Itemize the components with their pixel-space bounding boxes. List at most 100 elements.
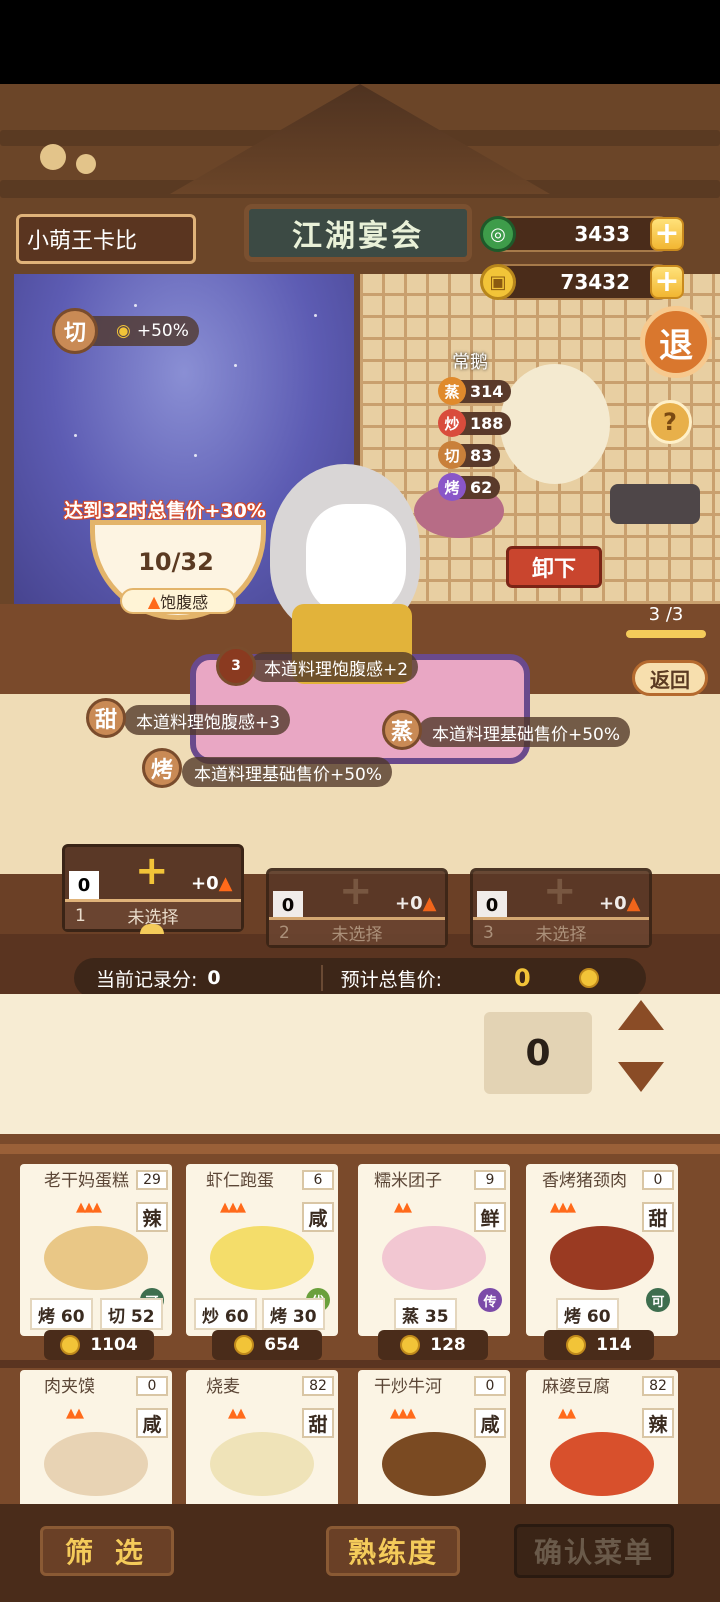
decrease-arrow-icon[interactable]: [618, 1062, 664, 1092]
slot-fire-value: +0: [599, 893, 627, 914]
slot-status: 未选择: [331, 925, 383, 945]
dish-slot-3[interactable]: 0 + +0▲ 3 未选择: [470, 868, 652, 948]
dish-count: 29: [136, 1170, 168, 1190]
dish-count: 0: [642, 1170, 674, 1190]
selected-indicator: [140, 924, 164, 934]
coin-value: 73432: [560, 270, 630, 294]
flame-icon: ▲▲: [228, 1406, 246, 1421]
buff-tag: 烤: [142, 748, 182, 788]
event-title: 江湖宴会: [244, 204, 472, 262]
dish-flavor: 辣: [136, 1202, 168, 1232]
dish-image: [44, 1226, 148, 1290]
satiety-value: 10/32: [138, 548, 214, 576]
coin-icon: [400, 1335, 421, 1355]
flame-icon: ▲▲▲: [76, 1200, 102, 1215]
coin-icon: [60, 1335, 81, 1355]
stat-row: 切 83: [438, 441, 511, 469]
page-counter: 3 /3: [648, 604, 684, 625]
buff-tag: 蒸: [382, 710, 422, 750]
dish-name: 麻婆豆腐: [542, 1377, 610, 1397]
quantity-value: 0: [484, 1012, 592, 1094]
dish-slot-2[interactable]: 0 + +0▲ 2 未选择: [266, 868, 448, 948]
flame-icon: ▲▲▲: [550, 1200, 576, 1215]
increase-arrow-icon[interactable]: [618, 1000, 664, 1030]
stat-key: 切: [438, 441, 466, 469]
flame-icon: ▲▲▲: [220, 1200, 246, 1215]
dish-flavor: 咸: [302, 1202, 334, 1232]
dish-flavor: 咸: [136, 1408, 168, 1438]
slot-number: 3: [483, 922, 494, 943]
jade-value: 3433: [574, 222, 630, 246]
filter-button[interactable]: 筛 选: [40, 1526, 174, 1576]
flame-icon: ▲: [218, 873, 233, 894]
add-coin-button[interactable]: +: [650, 265, 684, 299]
dish-grade: 可: [646, 1288, 670, 1312]
deer-face: [306, 504, 406, 614]
stat-key: 蒸: [438, 377, 466, 405]
dish-price: 654: [212, 1330, 322, 1360]
dish-card[interactable]: 老干妈蛋糕 29 辣 ▲▲▲ 可 烤 60 切 52: [20, 1164, 172, 1336]
dish-card[interactable]: 糯米团子 9 鲜 ▲▲ 传 蒸 35: [358, 1164, 510, 1336]
dish-price: 114: [544, 1330, 654, 1360]
coin-icon: ◉: [116, 321, 131, 341]
dish-count: 0: [474, 1376, 506, 1396]
back-button[interactable]: 返回: [632, 660, 708, 696]
jade-icon: ◎: [480, 216, 516, 252]
add-jade-button[interactable]: +: [650, 217, 684, 251]
dish-image: [382, 1432, 486, 1496]
help-button[interactable]: ?: [648, 400, 692, 444]
slot-number: 1: [75, 905, 86, 926]
stat-key: 炒: [438, 409, 466, 437]
status-bar: [0, 0, 720, 84]
chef-name: 常鹅: [452, 352, 488, 373]
dish-image: [550, 1432, 654, 1496]
add-icon: +: [543, 868, 577, 914]
dish-card[interactable]: 干炒牛河 0 咸 ▲▲▲: [358, 1370, 510, 1504]
buff-text: 本道料理饱腹感+3: [136, 712, 281, 733]
add-icon: +: [339, 868, 373, 914]
dish-image: [210, 1226, 314, 1290]
coin-icon: [566, 1335, 587, 1355]
slot-fire-value: +0: [191, 873, 219, 894]
slot-fire-value: +0: [395, 893, 423, 914]
buff-pill: 本道料理饱腹感+3: [124, 705, 291, 735]
flame-icon: ▲▲: [394, 1200, 412, 1215]
confirm-menu-button[interactable]: 确认菜单: [514, 1524, 674, 1578]
slot-fire: +0▲: [191, 873, 232, 894]
slot-label: 2 未选择: [269, 917, 445, 945]
unload-button[interactable]: 卸下: [506, 546, 602, 588]
price-label: 预计总售价:: [340, 968, 443, 991]
slot-score: 0: [69, 871, 99, 899]
dish-price-value: 128: [430, 1335, 466, 1355]
dish-card[interactable]: 肉夹馍 0 咸 ▲▲: [20, 1370, 172, 1504]
flame-icon: ▲▲: [558, 1406, 576, 1421]
dish-card[interactable]: 虾仁跑蛋 6 咸 ▲▲▲ 优 炒 60 烤 30: [186, 1164, 338, 1336]
satiety-label-box: ▲ 饱腹感: [120, 588, 236, 614]
record-value: 0: [207, 967, 221, 989]
dish-card[interactable]: 香烤猪颈肉 0 甜 ▲▲▲ 可 烤 60: [526, 1164, 678, 1336]
dish-price-value: 114: [596, 1335, 632, 1355]
dish-count: 9: [474, 1170, 506, 1190]
dish-name: 老干妈蛋糕: [44, 1171, 129, 1191]
dish-card[interactable]: 烧麦 82 甜 ▲▲: [186, 1370, 338, 1504]
dish-grade: 传: [478, 1288, 502, 1312]
stat-row: 蒸 314: [438, 377, 512, 405]
cut-tag: 切: [52, 308, 98, 354]
dish-count: 82: [302, 1376, 334, 1396]
buff-pill: 本道料理饱腹感+2: [250, 652, 419, 682]
dish-price: 1104: [44, 1330, 154, 1360]
flame-icon: ▲: [626, 893, 641, 914]
satiety-label: 饱腹感: [160, 593, 209, 612]
dish-price: 128: [378, 1330, 488, 1360]
price-value: 0: [514, 964, 531, 992]
chick-icon: [40, 144, 66, 170]
dish-count: 0: [136, 1376, 168, 1396]
exit-button[interactable]: 退: [640, 306, 712, 378]
slot-score: 0: [273, 891, 303, 919]
proficiency-button[interactable]: 熟练度: [326, 1526, 460, 1576]
summary-bar: 当前记录分: 0 预计总售价: 0: [74, 958, 646, 998]
stove: [610, 484, 700, 524]
dish-card[interactable]: 麻婆豆腐 82 辣 ▲▲: [526, 1370, 678, 1504]
dish-slot-1[interactable]: 0 + +0▲ 1 未选择: [62, 844, 244, 932]
dish-image: [44, 1432, 148, 1496]
